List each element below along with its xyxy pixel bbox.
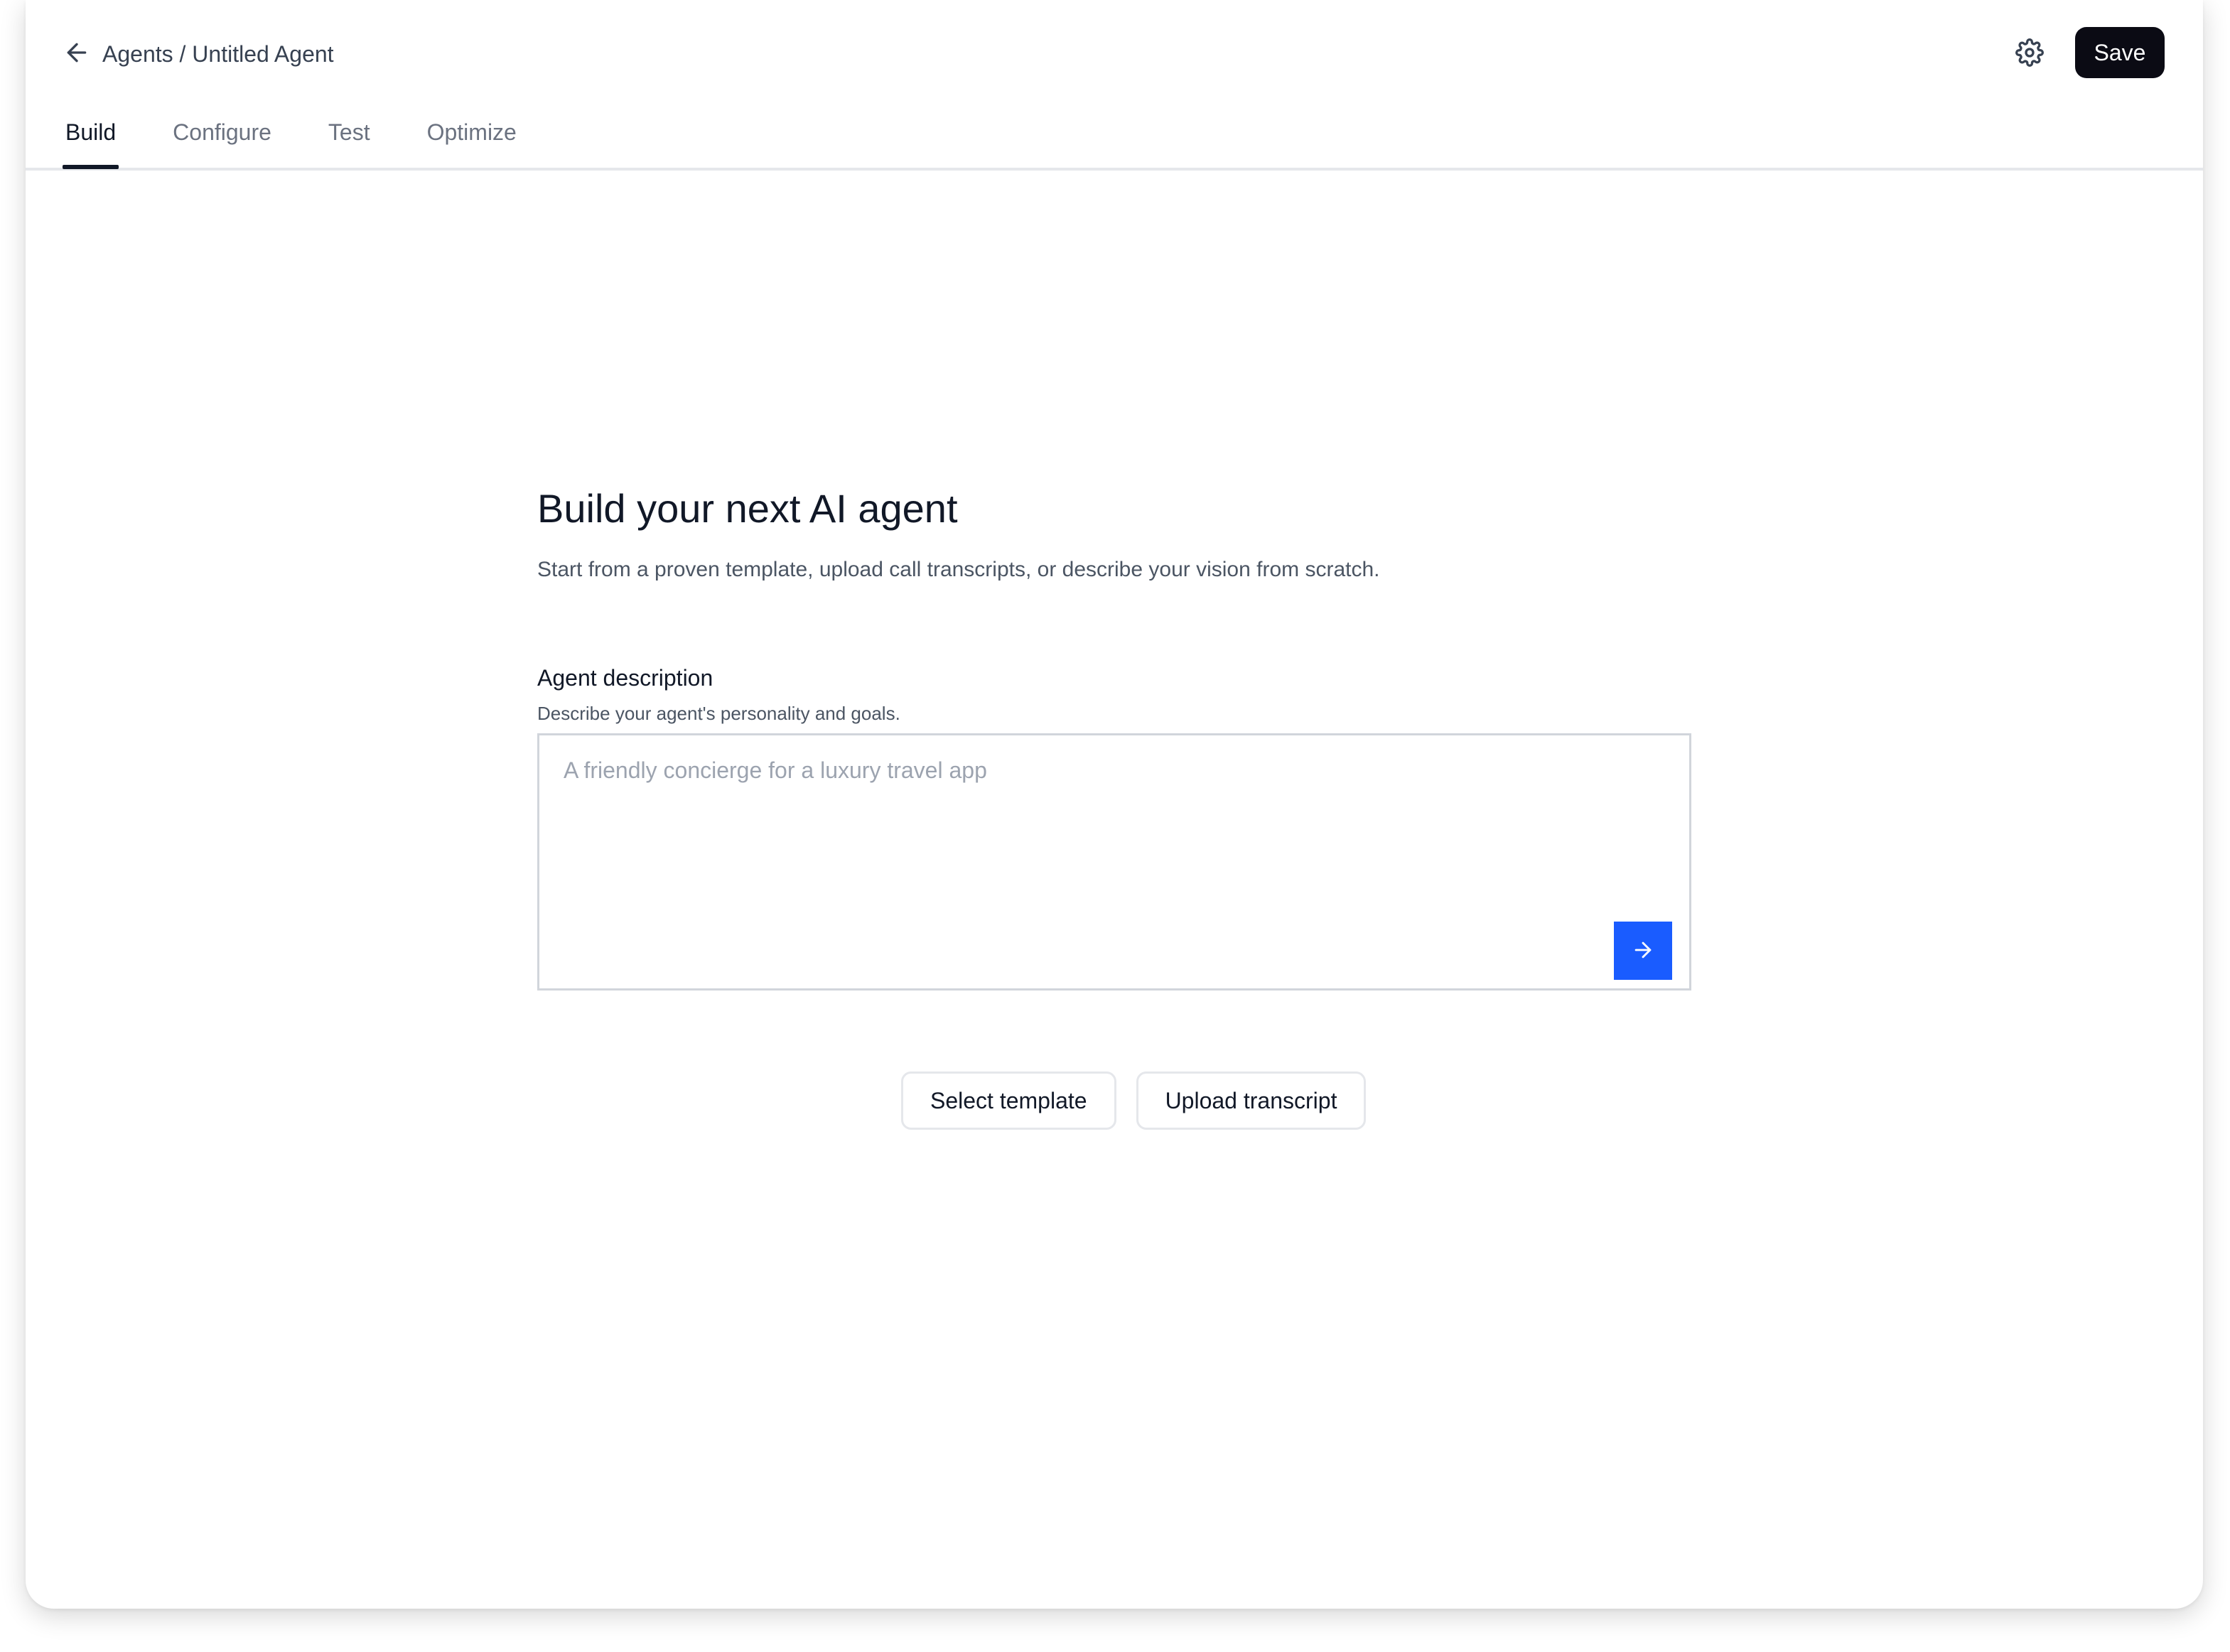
submit-description-button[interactable] [1614, 922, 1672, 980]
tab-test[interactable]: Test [325, 115, 373, 169]
gear-icon[interactable] [2015, 38, 2044, 67]
agent-description-help: Describe your agent's personality and go… [537, 703, 900, 724]
top-header: Agents / Untitled Agent Save Build Confi… [26, 0, 2203, 171]
arrow-right-icon [1631, 938, 1655, 964]
select-template-button[interactable]: Select template [901, 1071, 1116, 1130]
save-button[interactable]: Save [2075, 27, 2165, 78]
tab-optimize[interactable]: Optimize [424, 115, 519, 169]
tab-configure[interactable]: Configure [170, 115, 274, 169]
app-window: Agents / Untitled Agent Save Build Confi… [26, 0, 2203, 1609]
agent-description-box [537, 733, 1691, 990]
arrow-left-icon[interactable] [63, 38, 91, 67]
build-panel: Build your next AI agent Start from a pr… [537, 483, 1691, 990]
page-subtitle: Start from a proven template, upload cal… [537, 558, 1380, 581]
breadcrumb[interactable]: Agents / Untitled Agent [102, 37, 334, 71]
agent-description-label: Agent description [537, 665, 713, 691]
tab-build[interactable]: Build [63, 115, 119, 169]
tab-bar: Build Configure Test Optimize [63, 115, 519, 169]
start-options: Select template Upload transcript [901, 1071, 1367, 1130]
upload-transcript-button[interactable]: Upload transcript [1136, 1071, 1367, 1130]
agent-description-input[interactable] [539, 735, 1689, 988]
page-title: Build your next AI agent [537, 486, 958, 531]
